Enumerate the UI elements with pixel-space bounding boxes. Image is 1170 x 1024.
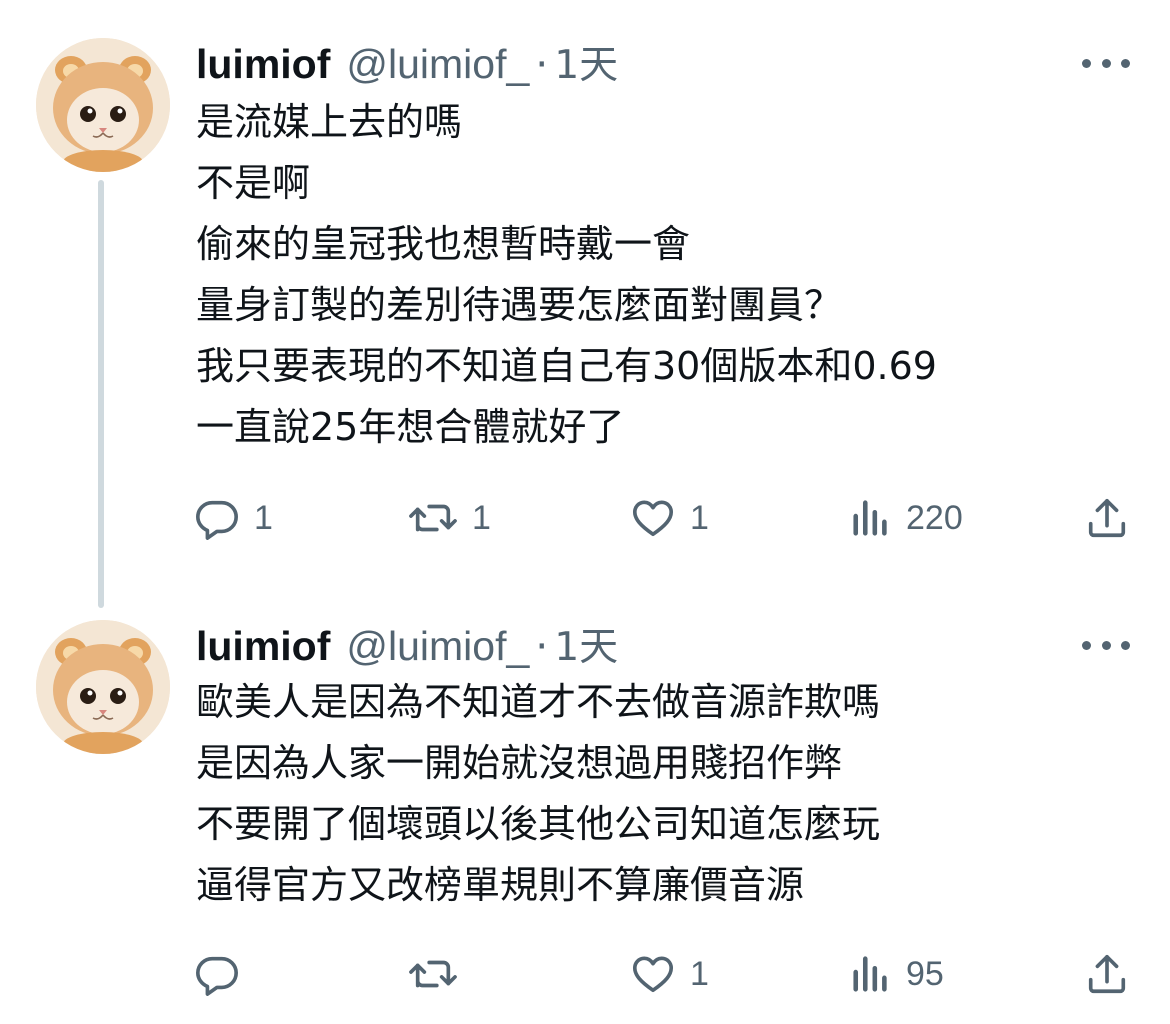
action-bar: 1 1 1 220 <box>194 488 1134 548</box>
tweet-line: 歐美人是因為不知道才不去做音源詐欺嗎 <box>196 680 881 724</box>
more-icon <box>1082 58 1091 68</box>
reply-button[interactable] <box>194 944 240 1004</box>
tweet-text: 是流媒上去的嗎 不是啊 偷來的皇冠我也想暫時戴一會 量身訂製的差別待遇要怎麼面對… <box>196 92 937 458</box>
user-handle[interactable]: @luimiof_ <box>346 41 529 88</box>
tweet-line: 是流媒上去的嗎 <box>196 100 463 144</box>
like-button[interactable]: 1 <box>630 944 709 1004</box>
action-bar: 1 95 <box>194 944 1134 1004</box>
avatar[interactable] <box>36 620 170 754</box>
cat-avatar-image <box>36 620 170 754</box>
views-button[interactable]: 220 <box>850 488 963 548</box>
display-name[interactable]: luimiof <box>196 41 330 88</box>
like-count: 1 <box>690 954 709 993</box>
separator-dot: · <box>535 622 549 670</box>
reply-button[interactable]: 1 <box>194 488 273 548</box>
timestamp[interactable]: 1天 <box>554 34 618 90</box>
retweet-count: 1 <box>472 498 491 537</box>
timestamp[interactable]: 1天 <box>554 616 618 672</box>
retweet-icon <box>409 960 457 988</box>
share-button[interactable] <box>1084 944 1130 1004</box>
tweet-2[interactable]: luimiof @luimiof_ · 1天 歐美人是因為不知道才不去做音源詐欺… <box>0 600 1170 1024</box>
tweet-line: 不是啊 <box>196 161 311 205</box>
like-button[interactable]: 1 <box>630 488 709 548</box>
tweet-line: 偷來的皇冠我也想暫時戴一會 <box>196 222 691 266</box>
cat-avatar-image <box>36 38 170 172</box>
retweet-icon <box>409 504 457 532</box>
retweet-button[interactable] <box>408 944 458 1004</box>
share-icon <box>1088 498 1126 538</box>
tweet-text: 歐美人是因為不知道才不去做音源詐欺嗎 是因為人家一開始就沒想過用賤招作弊 不要開… <box>196 672 880 916</box>
tweet-line: 不要開了個壞頭以後其他公司知道怎麼玩 <box>196 802 881 846</box>
tweet-header: luimiof @luimiof_ · 1天 <box>196 34 618 88</box>
tweet-line: 我只要表現的不知道自己有30個版本和0.69 <box>196 344 937 388</box>
avatar[interactable] <box>36 38 170 172</box>
share-button[interactable] <box>1084 488 1130 548</box>
reply-icon <box>196 956 238 996</box>
retweet-button[interactable]: 1 <box>408 488 491 548</box>
user-handle[interactable]: @luimiof_ <box>346 623 529 670</box>
thread-line <box>98 180 104 608</box>
tweet-line: 一直說25年想合體就好了 <box>196 405 625 449</box>
reply-icon <box>196 500 238 540</box>
more-options-button[interactable] <box>1082 48 1130 78</box>
heart-icon <box>632 500 674 537</box>
display-name[interactable]: luimiof <box>196 623 330 670</box>
heart-icon <box>632 956 674 993</box>
reply-count: 1 <box>254 498 273 537</box>
view-count: 95 <box>906 954 944 993</box>
tweet-line: 是因為人家一開始就沒想過用賤招作弊 <box>196 741 843 785</box>
separator-dot: · <box>535 40 549 88</box>
views-icon <box>853 500 887 536</box>
view-count: 220 <box>906 498 963 537</box>
more-options-button[interactable] <box>1082 630 1130 660</box>
share-icon <box>1088 954 1126 994</box>
tweet-line: 量身訂製的差別待遇要怎麼面對團員？ <box>196 283 843 327</box>
views-icon <box>853 956 887 992</box>
views-button[interactable]: 95 <box>850 944 944 1004</box>
tweet-1[interactable]: luimiof @luimiof_ · 1天 是流媒上去的嗎 不是啊 偷來的皇冠… <box>0 0 1170 608</box>
tweet-header: luimiof @luimiof_ · 1天 <box>196 616 618 670</box>
tweet-line: 逼得官方又改榜單規則不算廉價音源 <box>196 863 805 907</box>
like-count: 1 <box>690 498 709 537</box>
more-icon <box>1082 640 1091 650</box>
